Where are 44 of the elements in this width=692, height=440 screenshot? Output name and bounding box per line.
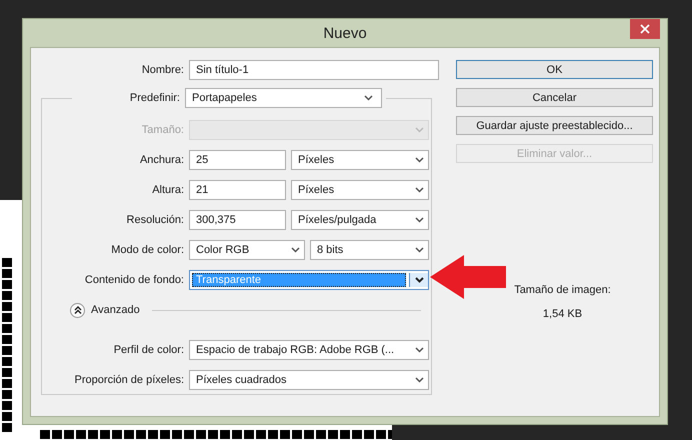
dropdown[interactable]: Espacio de trabajo RGB: Adobe RGB (... — [189, 340, 429, 360]
name-field[interactable]: Sin título-1 — [189, 60, 439, 80]
dropdown[interactable]: Píxeles cuadrados — [189, 370, 429, 390]
field-label: Modo de color: — [110, 244, 184, 256]
dialog-button[interactable]: OK — [456, 60, 653, 79]
chevron-down-icon — [414, 377, 424, 383]
field-label: Altura: — [151, 184, 184, 196]
dialog-button[interactable]: Guardar ajuste preestablecido... — [456, 116, 653, 135]
input-field[interactable]: 300,375 — [189, 210, 286, 230]
arrow-icon — [430, 255, 506, 299]
dropdown[interactable]: 8 bits — [310, 240, 429, 260]
section-label: Avanzado — [91, 304, 140, 316]
preset-dropdown[interactable]: Portapapeles — [185, 88, 382, 108]
input-field[interactable]: 21 — [189, 180, 286, 200]
chevron-down-icon — [414, 217, 424, 223]
double-chevron-icon — [72, 305, 82, 315]
input-field[interactable]: 25 — [189, 150, 286, 170]
close-icon — [640, 24, 650, 34]
dialog-button[interactable]: Cancelar — [456, 88, 653, 107]
field-label: Resolución: — [126, 214, 184, 226]
chevron-down-icon — [290, 247, 300, 253]
field-label: Anchura: — [138, 154, 184, 166]
dropdown[interactable]: Píxeles — [291, 150, 429, 170]
image-size-label: Tamaño de imagen: — [514, 284, 611, 296]
chevron-down-icon — [414, 247, 424, 253]
chevron-down-icon — [414, 187, 424, 193]
field-label: Nombre: — [140, 64, 184, 76]
chevron-down-icon — [414, 347, 424, 353]
field-label: Proporción de píxeles: — [74, 374, 184, 386]
chevron-down-icon — [414, 127, 424, 133]
image-size-value: 1,54 KB — [542, 308, 582, 320]
field-label: Contenido de fondo: — [84, 274, 184, 286]
collapse-button[interactable] — [70, 302, 85, 318]
dropdown[interactable]: Píxeles — [291, 180, 429, 200]
chevron-down-icon — [364, 95, 373, 101]
field-label: Predefinir: — [128, 92, 180, 104]
field-label: Tamaño: — [140, 124, 184, 136]
close-button[interactable] — [630, 19, 660, 39]
window-title: Nuevo — [323, 24, 367, 42]
chevron-down-icon — [414, 157, 424, 163]
dropdown[interactable]: Píxeles/pulgada — [291, 210, 429, 230]
chevron-down-icon — [414, 277, 424, 283]
dropdown[interactable]: Color RGB — [189, 240, 305, 260]
field-label: Perfil de color: — [112, 344, 184, 356]
